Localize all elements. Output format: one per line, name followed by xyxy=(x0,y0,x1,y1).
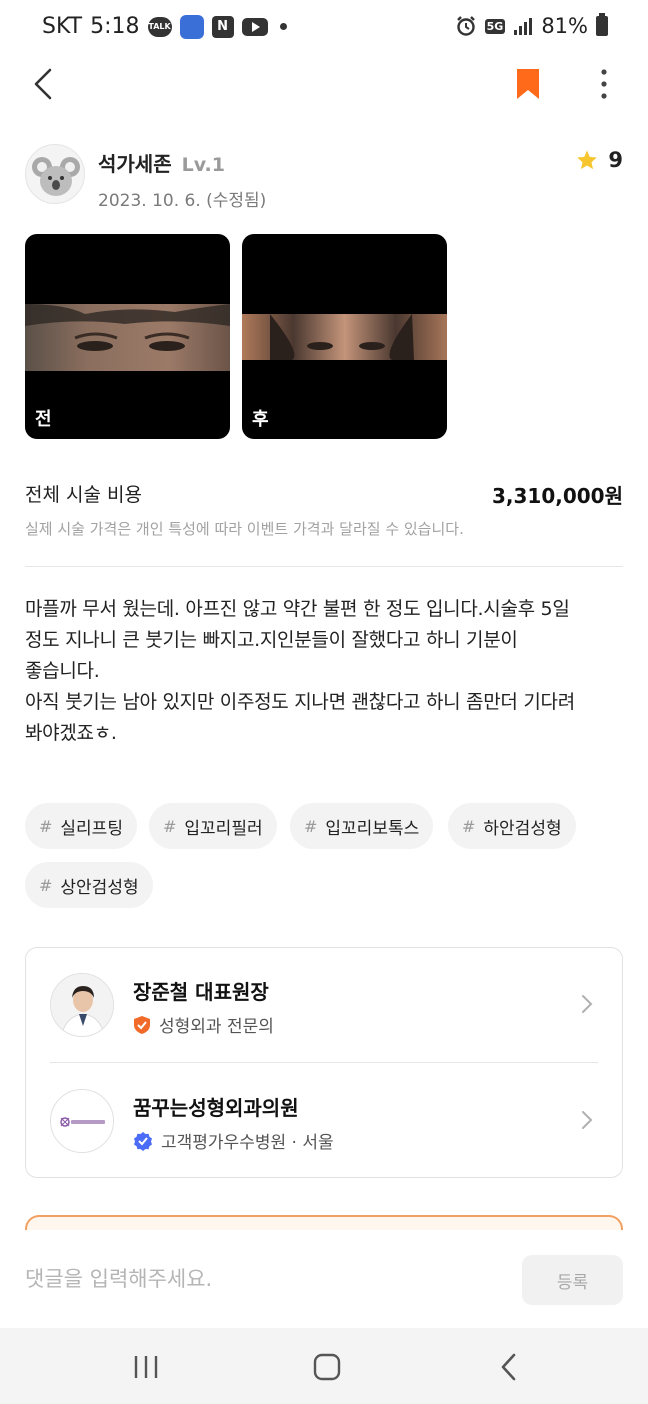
tag-chip[interactable]: # 상안검성형 xyxy=(25,862,153,908)
signal-icon xyxy=(514,18,533,35)
hash-icon: # xyxy=(39,875,53,895)
carrier-text: SKT xyxy=(42,14,83,39)
koala-avatar-icon xyxy=(32,157,80,196)
bookmark-icon[interactable] xyxy=(516,68,540,100)
tag-label: 실리프팅 xyxy=(60,818,123,839)
clinic-name: 꿈꾸는성형외과의원 xyxy=(133,1096,299,1120)
card-divider xyxy=(50,1062,598,1063)
doctor-specialty: 성형외과 전문의 xyxy=(159,1017,274,1037)
review-date: 2023. 10. 6. (수정됨) xyxy=(98,191,267,211)
author-level: Lv.1 xyxy=(181,154,225,176)
review-body: 마플까 무서 웠는데. 아프진 않고 약간 불편 한 정도 입니다.시술후 5일… xyxy=(25,598,575,744)
chevron-right-icon xyxy=(582,1111,593,1129)
review-author: 석가세존 Lv.1 2023. 10. 6. (수정됨) 9 xyxy=(25,144,623,211)
clinic-info: 고객평가우수병원 · 서울 xyxy=(161,1133,334,1153)
total-cost-value: 3,310,000원 xyxy=(491,484,623,508)
comment-bar: 등록 xyxy=(0,1230,648,1328)
after-label: 후 xyxy=(252,409,269,430)
total-cost-label: 전체 시술 비용 xyxy=(25,484,142,506)
alarm-icon xyxy=(456,16,475,36)
section-divider xyxy=(25,566,623,567)
tag-chip[interactable]: # 입꼬리필러 xyxy=(149,803,277,849)
network-5g-icon: 5G xyxy=(484,18,506,34)
tag-label: 하안검성형 xyxy=(483,818,562,839)
tag-label: 상안검성형 xyxy=(60,877,139,898)
system-nav-bar xyxy=(0,1328,648,1404)
hash-icon: # xyxy=(39,816,53,836)
after-photo-image xyxy=(242,314,447,360)
comment-input[interactable] xyxy=(25,1262,495,1296)
total-cost-row: 전체 시술 비용 3,310,000원 xyxy=(25,480,623,510)
tag-chip[interactable]: # 하안검성형 xyxy=(448,803,576,849)
after-photo[interactable]: 후 xyxy=(242,234,447,439)
status-bar: SKT 5:18 TALK N 5G 81% xyxy=(0,0,648,56)
top-app-bar xyxy=(0,56,648,112)
clinic-logo xyxy=(50,1089,114,1153)
hash-icon: # xyxy=(304,816,318,836)
recent-apps-icon[interactable] xyxy=(126,1350,166,1384)
review-rating: 9 xyxy=(576,148,623,172)
kakaotalk-notification-icon: TALK xyxy=(147,16,172,37)
hash-icon: # xyxy=(462,816,476,836)
submit-comment-button[interactable]: 등록 xyxy=(522,1255,623,1305)
before-label: 전 xyxy=(35,409,52,430)
clock-text: 5:18 xyxy=(90,14,140,39)
verified-badge-icon xyxy=(134,1131,152,1151)
clinic-row[interactable]: 꿈꾸는성형외과의원 고객평가우수병원 · 서울 xyxy=(26,1064,622,1178)
back-nav-icon[interactable] xyxy=(490,1350,530,1384)
battery-icon xyxy=(596,13,608,36)
clinic-logo-icon xyxy=(51,1090,113,1152)
naver-notification-icon: N xyxy=(211,15,234,38)
author-avatar[interactable] xyxy=(25,144,85,204)
doctor-clinic-card: 장준철 대표원장 성형외과 전문의 꿈꾸는성형외과의원 고객평가우수병원 · 서… xyxy=(25,947,623,1178)
doctor-portrait-icon xyxy=(51,974,113,1036)
youtube-notification-icon xyxy=(241,17,268,36)
home-icon[interactable] xyxy=(307,1350,347,1384)
more-options-icon[interactable] xyxy=(592,64,616,104)
more-notifications-icon xyxy=(279,23,287,30)
tag-chip[interactable]: # 입꼬리보톡스 xyxy=(290,803,434,849)
doctor-avatar xyxy=(50,973,114,1037)
app-notification-icon xyxy=(179,14,204,39)
doctor-row[interactable]: 장준철 대표원장 성형외과 전문의 xyxy=(26,948,622,1062)
author-name[interactable]: 석가세존 xyxy=(98,148,172,177)
cost-disclaimer: 실제 시술 가격은 개인 특성에 따라 이벤트 가격과 달라질 수 있습니다. xyxy=(25,520,464,538)
star-icon xyxy=(577,150,598,170)
specialist-badge-icon xyxy=(134,1015,150,1034)
hash-icon: # xyxy=(163,816,177,836)
before-photo[interactable]: 전 xyxy=(25,234,230,439)
back-arrow-icon[interactable] xyxy=(30,64,60,104)
tag-label: 입꼬리필러 xyxy=(184,818,263,839)
tag-label: 입꼬리보톡스 xyxy=(325,818,420,839)
chevron-right-icon xyxy=(582,995,593,1013)
rating-value: 9 xyxy=(608,148,623,172)
tag-chip[interactable]: # 실리프팅 xyxy=(25,803,137,849)
before-photo-image xyxy=(25,304,230,371)
doctor-name: 장준철 대표원장 xyxy=(133,980,269,1004)
battery-percent: 81% xyxy=(541,14,588,38)
